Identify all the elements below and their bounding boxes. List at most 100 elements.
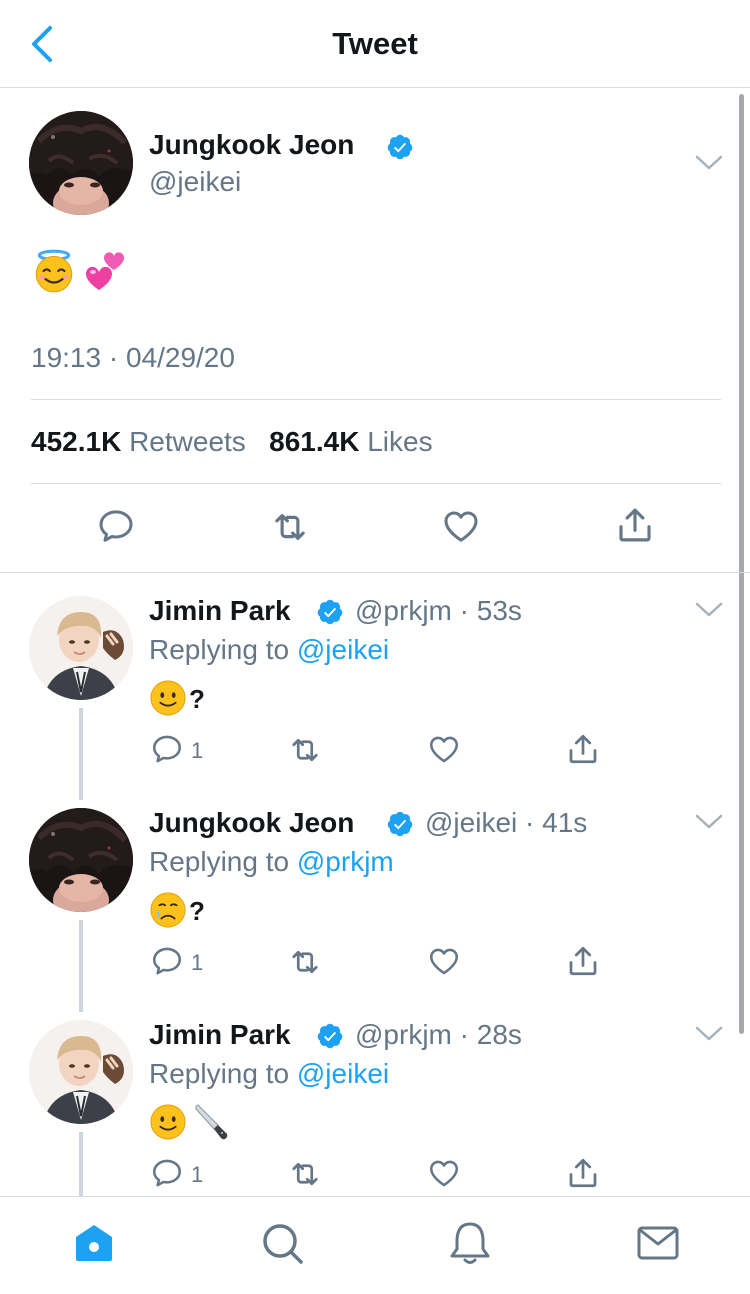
reply-count: 1	[191, 1162, 204, 1187]
reply-icon	[96, 506, 136, 546]
replying-to: Replying to @jeikei	[149, 1058, 389, 1090]
tab-search[interactable]	[258, 1219, 306, 1267]
mention-link[interactable]: @jeikei	[297, 1058, 389, 1089]
slightly-smiling-face-emoji	[149, 1103, 187, 1141]
handle-text[interactable]: @prkjm	[355, 1019, 452, 1050]
verified-badge-icon	[386, 133, 414, 161]
replying-to: Replying to @jeikei	[149, 634, 389, 666]
heart-icon	[427, 944, 461, 978]
like-button[interactable]	[427, 944, 461, 978]
verified-badge-icon	[316, 598, 344, 626]
mention-link[interactable]: @prkjm	[297, 846, 394, 877]
handle-text[interactable]: @prkjm	[355, 595, 452, 626]
retweet-button[interactable]	[287, 944, 323, 980]
replying-to-label: Replying to	[149, 1058, 290, 1089]
thread-line	[79, 1132, 83, 1196]
divider	[0, 572, 750, 573]
mail-icon	[637, 1226, 679, 1260]
divider	[31, 483, 721, 484]
home-icon	[76, 1225, 112, 1261]
reply-button[interactable]	[96, 506, 136, 546]
tab-notifications[interactable]	[446, 1219, 494, 1267]
share-icon	[565, 731, 601, 767]
share-button[interactable]	[614, 504, 656, 546]
author-name[interactable]: Jimin Park	[149, 595, 291, 627]
avatar[interactable]	[29, 1020, 133, 1124]
divider	[31, 399, 721, 400]
retweet-button[interactable]	[269, 506, 311, 548]
reply-text: ?	[189, 684, 205, 714]
avatar[interactable]	[29, 596, 133, 700]
share-icon	[565, 1155, 601, 1191]
chevron-down-icon[interactable]	[694, 600, 724, 620]
replying-to-label: Replying to	[149, 846, 290, 877]
author-handle: @prkjm · 53s	[355, 595, 522, 627]
replying-to-label: Replying to	[149, 634, 290, 665]
like-button[interactable]	[427, 1156, 461, 1190]
scrollbar[interactable]	[739, 94, 744, 1034]
reply-button[interactable]	[150, 732, 184, 766]
retweets-label[interactable]: Retweets	[129, 426, 246, 457]
jimin-avatar-image	[29, 596, 133, 700]
retweets-count[interactable]: 452.1K	[31, 426, 121, 457]
tweet-timestamp: 19:13 · 04/29/20	[31, 342, 235, 373]
two-hearts-emoji	[84, 250, 128, 294]
share-button[interactable]	[565, 1155, 601, 1191]
jimin-avatar-image	[29, 1020, 133, 1124]
heart-icon	[427, 732, 461, 766]
tab-messages[interactable]	[634, 1219, 682, 1267]
reply-count: 1	[191, 738, 204, 763]
reply-button[interactable]	[150, 1156, 184, 1190]
verified-badge-icon	[386, 810, 414, 838]
share-icon	[614, 504, 656, 546]
reply-icon	[150, 732, 184, 766]
bell-icon	[450, 1222, 490, 1264]
like-button[interactable]	[427, 732, 461, 766]
chevron-down-icon[interactable]	[694, 1024, 724, 1044]
likes-label[interactable]: Likes	[367, 426, 432, 457]
thread-line	[79, 920, 83, 1012]
crying-face-emoji	[149, 891, 187, 929]
chevron-down-icon[interactable]	[694, 153, 724, 173]
top-nav-bar: Tweet	[0, 0, 750, 88]
tweet-stats: 452.1K Retweets 861.4K Likes	[31, 426, 433, 458]
retweet-icon	[287, 732, 323, 768]
search-icon	[263, 1224, 303, 1264]
share-button[interactable]	[565, 943, 601, 979]
avatar[interactable]	[29, 808, 133, 912]
author-name[interactable]: Jungkook Jeon	[149, 807, 354, 839]
verified-badge-icon	[316, 1022, 344, 1050]
slightly-smiling-face-emoji	[149, 679, 187, 717]
reply-icon	[150, 1156, 184, 1190]
thread-line	[79, 708, 83, 800]
heart-icon	[427, 1156, 461, 1190]
like-button[interactable]	[441, 506, 481, 546]
author-handle[interactable]: @jeikei	[149, 166, 241, 198]
smiling-face-with-halo-emoji	[31, 248, 77, 294]
author-name[interactable]: Jungkook Jeon	[149, 129, 354, 161]
retweet-button[interactable]	[287, 732, 323, 768]
page-title: Tweet	[332, 26, 418, 61]
mention-link[interactable]: @jeikei	[297, 634, 389, 665]
kitchen-knife-emoji	[190, 1102, 230, 1142]
handle-text[interactable]: @jeikei	[425, 807, 517, 838]
bottom-tab-bar	[0, 1196, 750, 1294]
chevron-down-icon[interactable]	[694, 812, 724, 832]
tab-home[interactable]	[70, 1219, 118, 1267]
reply-count: 1	[191, 950, 204, 975]
jungkook-avatar-image	[29, 111, 133, 215]
jungkook-avatar-image	[29, 808, 133, 912]
reply-icon	[150, 944, 184, 978]
heart-icon	[441, 506, 481, 546]
share-button[interactable]	[565, 731, 601, 767]
author-handle: @jeikei · 41s	[425, 807, 587, 839]
retweet-icon	[287, 944, 323, 980]
likes-count[interactable]: 861.4K	[269, 426, 359, 457]
avatar[interactable]	[29, 111, 133, 215]
reply-button[interactable]	[150, 944, 184, 978]
author-name[interactable]: Jimin Park	[149, 1019, 291, 1051]
retweet-button[interactable]	[287, 1156, 323, 1192]
share-icon	[565, 943, 601, 979]
retweet-icon	[269, 506, 311, 548]
reply-text: ?	[189, 896, 205, 926]
